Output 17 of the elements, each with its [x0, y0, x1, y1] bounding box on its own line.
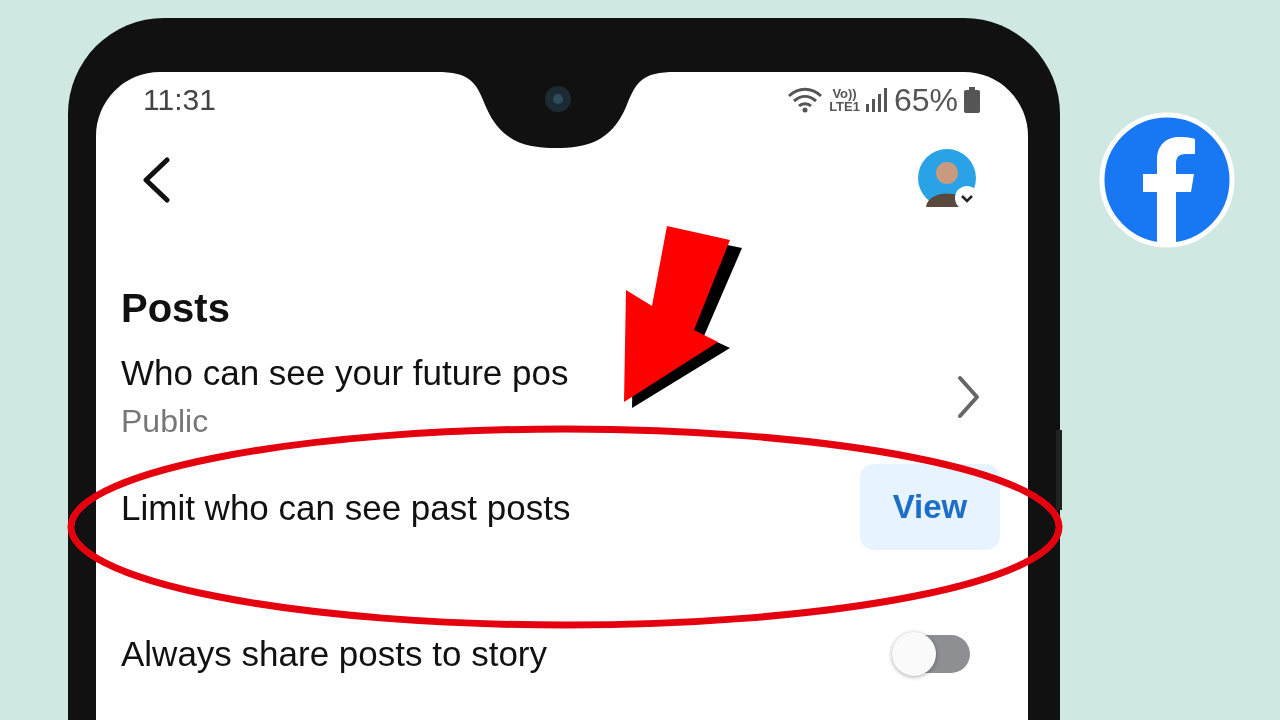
chevron-right-icon[interactable] — [956, 374, 980, 419]
wifi-icon — [787, 87, 824, 113]
network-label: LTE1 — [829, 100, 860, 113]
toggle-switch[interactable] — [894, 635, 970, 673]
status-time: 11:31 — [143, 83, 216, 117]
facebook-logo-icon — [1099, 112, 1235, 248]
network-label: Vo)) — [832, 87, 857, 100]
battery-icon — [964, 87, 980, 113]
view-button[interactable]: View — [860, 464, 1000, 550]
setting-title: Who can see your future pos — [121, 353, 569, 393]
back-icon[interactable] — [141, 157, 171, 203]
setting-title: Always share posts to story — [121, 634, 547, 674]
setting-value: Public — [121, 403, 210, 440]
setting-title: Limit who can see past posts — [121, 488, 571, 528]
section-heading: Posts — [121, 286, 231, 331]
battery-percent: 65% — [893, 81, 958, 119]
signal-icon — [865, 88, 888, 112]
